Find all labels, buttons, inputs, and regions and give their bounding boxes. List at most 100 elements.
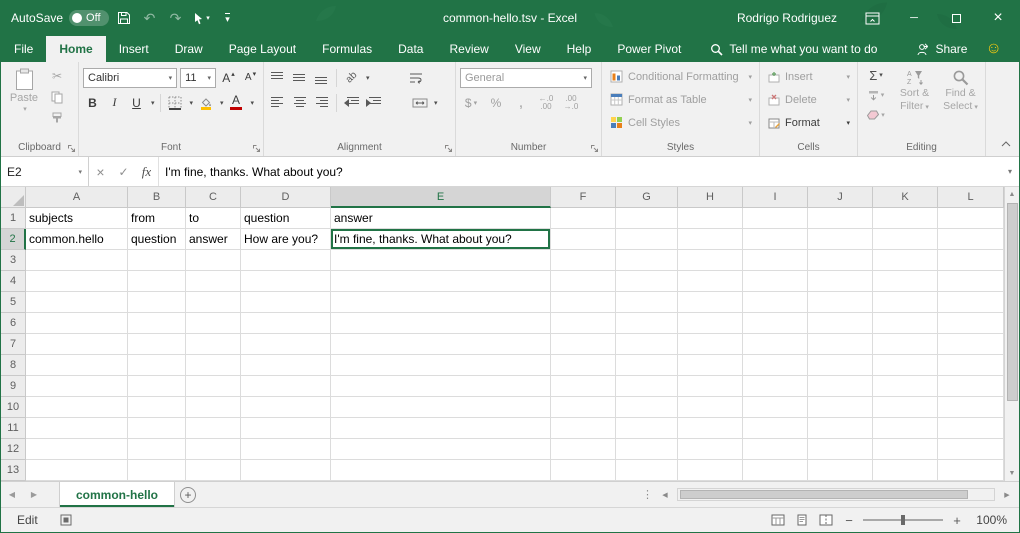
name-box-dropdown-icon[interactable]: ▾ [78, 168, 82, 176]
cell-E9[interactable] [331, 376, 551, 397]
cell-K11[interactable] [873, 418, 938, 439]
increase-decimal-button[interactable]: ←.0.00 [535, 93, 557, 113]
scroll-up-button[interactable]: ▲ [1009, 187, 1016, 202]
cell-A2[interactable]: common.hello [26, 229, 128, 250]
font-color-button[interactable]: A [227, 93, 246, 113]
cell-E3[interactable] [331, 250, 551, 271]
cell-I2[interactable] [743, 229, 808, 250]
column-header-A[interactable]: A [26, 187, 128, 208]
autosave-toggle[interactable]: Off [69, 10, 108, 26]
cell-D8[interactable] [241, 355, 331, 376]
cell-I10[interactable] [743, 397, 808, 418]
cell-L7[interactable] [938, 334, 1004, 355]
cell-H2[interactable] [678, 229, 743, 250]
autosum-button[interactable]: Σ▾ [862, 66, 890, 84]
cell-I5[interactable] [743, 292, 808, 313]
redo-button[interactable]: ↷ [165, 6, 187, 30]
cell-B10[interactable] [128, 397, 186, 418]
cell-J5[interactable] [808, 292, 873, 313]
scroll-left-button[interactable]: ◀ [657, 491, 673, 499]
vertical-scrollbar[interactable]: ▲ ▼ [1004, 187, 1019, 481]
cell-D9[interactable] [241, 376, 331, 397]
insert-cells-button[interactable]: Insert ▾ [764, 65, 854, 88]
cell-H3[interactable] [678, 250, 743, 271]
cell-L8[interactable] [938, 355, 1004, 376]
cell-E1[interactable]: answer [331, 208, 551, 229]
cell-G1[interactable] [616, 208, 678, 229]
row-header-12[interactable]: 12 [1, 439, 26, 460]
sort-filter-button[interactable]: AZ Sort & Filter▾ [893, 65, 936, 139]
zoom-slider-thumb[interactable] [901, 515, 905, 525]
cell-H7[interactable] [678, 334, 743, 355]
cell-B6[interactable] [128, 313, 186, 334]
page-layout-view-button[interactable] [795, 514, 809, 526]
tell-me-box[interactable]: Tell me what you want to do [710, 36, 877, 62]
merge-center-dropdown-icon[interactable]: ▾ [434, 99, 438, 107]
increase-font-size-button[interactable]: A▴ [219, 68, 238, 88]
previous-sheet-button[interactable]: ◀ [1, 482, 23, 507]
column-header-C[interactable]: C [186, 187, 241, 208]
scroll-down-button[interactable]: ▼ [1009, 466, 1016, 481]
cell-K9[interactable] [873, 376, 938, 397]
cell-J10[interactable] [808, 397, 873, 418]
cell-J8[interactable] [808, 355, 873, 376]
cell-H6[interactable] [678, 313, 743, 334]
cell-I3[interactable] [743, 250, 808, 271]
paste-button[interactable]: Paste ▾ [5, 65, 43, 139]
cell-K3[interactable] [873, 250, 938, 271]
font-name-select[interactable]: Calibri ▾ [83, 68, 177, 88]
row-header-6[interactable]: 6 [1, 313, 26, 334]
delete-cells-button[interactable]: Delete ▾ [764, 88, 854, 111]
zoom-in-button[interactable]: + [951, 513, 963, 528]
cell-F7[interactable] [551, 334, 616, 355]
cell-H11[interactable] [678, 418, 743, 439]
close-button[interactable]: × [977, 0, 1019, 36]
cell-A4[interactable] [26, 271, 128, 292]
cell-G13[interactable] [616, 460, 678, 481]
clear-button[interactable]: ▾ [862, 106, 890, 124]
tab-home[interactable]: Home [46, 36, 105, 62]
cell-H13[interactable] [678, 460, 743, 481]
cell-K6[interactable] [873, 313, 938, 334]
tab-draw[interactable]: Draw [162, 36, 216, 62]
cell-F11[interactable] [551, 418, 616, 439]
cell-F6[interactable] [551, 313, 616, 334]
cell-G6[interactable] [616, 313, 678, 334]
cell-B8[interactable] [128, 355, 186, 376]
cell-D3[interactable] [241, 250, 331, 271]
horizontal-scrollbar[interactable] [677, 488, 995, 501]
tab-review[interactable]: Review [436, 36, 501, 62]
row-header-4[interactable]: 4 [1, 271, 26, 292]
alignment-dialog-launcher[interactable] [443, 143, 453, 153]
comma-style-button[interactable]: , [510, 93, 532, 113]
feedback-smiley-icon[interactable]: ☺ [985, 36, 1001, 62]
row-header-3[interactable]: 3 [1, 250, 26, 271]
decrease-font-size-button[interactable]: A▾ [241, 68, 260, 88]
align-center-button[interactable] [290, 93, 309, 113]
cell-A7[interactable] [26, 334, 128, 355]
cell-F5[interactable] [551, 292, 616, 313]
bottom-align-button[interactable] [312, 68, 331, 88]
zoom-out-button[interactable]: − [843, 513, 855, 528]
cell-H1[interactable] [678, 208, 743, 229]
cell-G10[interactable] [616, 397, 678, 418]
cell-C13[interactable] [186, 460, 241, 481]
cell-B2[interactable]: question [128, 229, 186, 250]
cell-B12[interactable] [128, 439, 186, 460]
cell-G2[interactable] [616, 229, 678, 250]
row-header-2[interactable]: 2 [1, 229, 26, 250]
column-header-H[interactable]: H [678, 187, 743, 208]
sheet-tab-common-hello[interactable]: common-hello [59, 482, 175, 507]
cell-G11[interactable] [616, 418, 678, 439]
column-header-E[interactable]: E [331, 187, 551, 208]
cell-J3[interactable] [808, 250, 873, 271]
number-format-select[interactable]: General ▾ [460, 68, 592, 88]
percent-style-button[interactable]: % [485, 93, 507, 113]
align-left-button[interactable] [268, 93, 287, 113]
row-header-8[interactable]: 8 [1, 355, 26, 376]
cell-E7[interactable] [331, 334, 551, 355]
cell-F1[interactable] [551, 208, 616, 229]
find-select-button[interactable]: Find & Select▾ [939, 65, 982, 139]
formula-bar-expand-button[interactable]: ▾ [1001, 157, 1019, 186]
underline-dropdown-icon[interactable]: ▾ [151, 99, 155, 107]
